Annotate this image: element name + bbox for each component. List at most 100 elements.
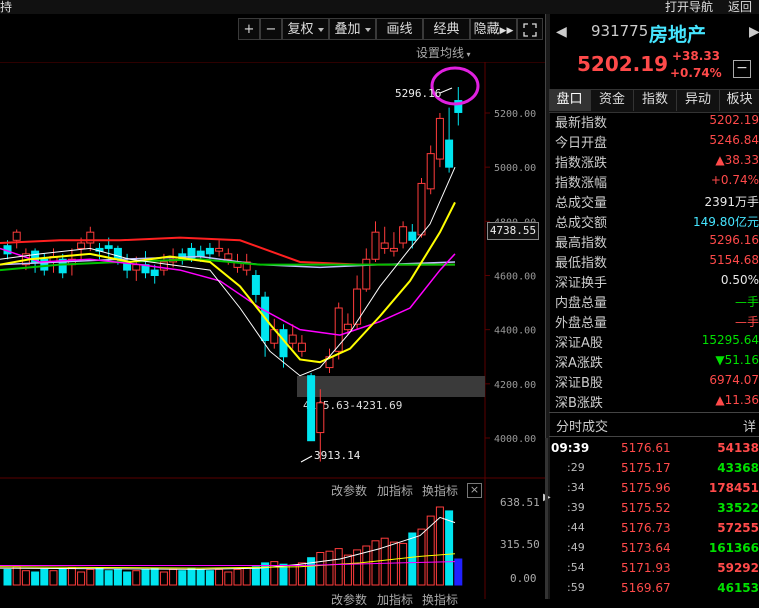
hide-button[interactable]: 隐藏▶▶: [470, 18, 517, 40]
quote-label: 深A涨跌: [555, 356, 603, 371]
low-annotation: 3913.14: [300, 449, 361, 463]
volume-bar: [399, 542, 408, 586]
overlay-button[interactable]: 叠加: [329, 18, 376, 40]
quote-row: 深证A股 15295.64: [555, 331, 759, 351]
candle-body: [132, 264, 141, 271]
quote-value: ▲38.33: [715, 153, 759, 167]
stock-code: 931775: [591, 22, 649, 40]
quote-value: —手: [734, 315, 759, 329]
zoom-in-button[interactable]: +: [238, 18, 260, 40]
prev-stock-icon[interactable]: ◀: [556, 24, 567, 40]
double-chevron-right-icon: ▶▶: [499, 26, 514, 36]
volume-bar: [86, 568, 95, 586]
tick-volume: 57255: [717, 521, 759, 535]
volume-bar: [141, 568, 150, 586]
volume-bar: [288, 565, 297, 586]
gap-zone: 4145.63-4231.69: [297, 376, 485, 412]
high-annotation: 5296.16: [395, 66, 480, 106]
back-link[interactable]: 返回: [728, 0, 752, 15]
next-stock-icon[interactable]: ▶: [749, 24, 759, 40]
tab-pankou[interactable]: 盘口: [549, 89, 591, 111]
change-params-button-2[interactable]: 改参数: [331, 591, 367, 608]
ticks-title: 分时成交: [556, 420, 609, 435]
tab-bankuai[interactable]: 板块: [720, 89, 759, 111]
caret-down-icon: [317, 27, 324, 32]
candle-body: [389, 247, 398, 252]
ticks-scrollbar[interactable]: [545, 438, 548, 599]
candle-body: [86, 231, 95, 244]
expand-icon: [523, 22, 537, 37]
volume-bar: [113, 568, 122, 586]
ma-setting-button[interactable]: 设置均线 ▾: [416, 44, 471, 61]
volume-bar: [205, 570, 214, 586]
quote-label: 总成交额: [555, 216, 608, 231]
tick-volume: 46153: [717, 581, 759, 595]
kline-chart[interactable]: 5200.005000.004800.004600.004400.004200.…: [0, 62, 545, 599]
volume-bar: [123, 571, 132, 586]
candle-body: [215, 247, 224, 252]
tab-yidong[interactable]: 异动: [677, 89, 720, 111]
zoom-out-button[interactable]: −: [260, 18, 282, 40]
add-indicator-button[interactable]: 加指标: [377, 482, 413, 499]
price-axis-label: 4200.00: [494, 380, 536, 391]
classic-button[interactable]: 经典: [423, 18, 470, 40]
quote-row: 指数涨幅 +0.74%: [555, 171, 759, 191]
tick-price: 5175.52: [621, 501, 671, 515]
volume-bar: [215, 568, 224, 586]
volume-bar: [334, 548, 343, 586]
tick-price: 5171.93: [621, 561, 671, 575]
tick-row: :39 5175.52 33522: [551, 499, 759, 519]
change-params-button[interactable]: 改参数: [331, 482, 367, 499]
volume-bar: [307, 557, 316, 586]
minimize-button[interactable]: −: [733, 60, 751, 78]
volume-bar: [67, 567, 76, 586]
tick-time: :59: [567, 581, 585, 594]
fuquan-button[interactable]: 复权: [282, 18, 329, 40]
volume-bar: [169, 568, 178, 586]
close-indicator-button[interactable]: ×: [467, 483, 482, 498]
candle-body: [224, 253, 233, 260]
stock-change-pct: +0.74%: [670, 66, 722, 80]
fullscreen-button[interactable]: [517, 18, 543, 40]
open-nav-link[interactable]: 打开导航: [665, 0, 713, 15]
tab-zhishu[interactable]: 指数: [634, 89, 677, 111]
divider-line: [549, 412, 759, 413]
ma10-line: [0, 201, 456, 364]
volume-bar: [132, 570, 141, 586]
volume-bar: [77, 571, 86, 586]
volume-bar: [454, 558, 463, 586]
draw-line-button[interactable]: 画线: [376, 18, 423, 40]
tab-zijin[interactable]: 资金: [591, 89, 634, 111]
volume-bar: [417, 528, 426, 586]
switch-indicator-button[interactable]: 换指标: [422, 482, 458, 499]
add-indicator-button-2[interactable]: 加指标: [377, 591, 413, 608]
quote-label: 今日开盘: [555, 136, 608, 151]
candle-body: [435, 117, 444, 160]
quote-label: 指数涨跌: [555, 156, 608, 171]
top-bar: 持 打开导航 返回: [0, 0, 759, 14]
switch-indicator-button-2[interactable]: 换指标: [422, 591, 458, 608]
vol-axis-bottom: 0.00: [510, 572, 537, 585]
tick-time: :29: [567, 461, 585, 474]
volume-bar: [178, 570, 187, 586]
quote-label: 指数涨幅: [555, 176, 608, 191]
quote-label: 外盘总量: [555, 316, 608, 331]
quote-row: 外盘总量 —手: [555, 311, 759, 331]
tick-price: 5169.67: [621, 581, 671, 595]
tick-row: :54 5171.93 59292: [551, 559, 759, 579]
quote-value: +0.74%: [710, 173, 759, 187]
volume-bar: [21, 570, 30, 586]
price-axis-label: 5000.00: [494, 163, 536, 174]
candle-body: [297, 342, 306, 352]
ma5-line: [0, 166, 456, 377]
quote-value: ▲11.36: [715, 393, 759, 407]
candle-body: [205, 247, 214, 255]
quote-row: 总成交额 149.80亿元: [555, 211, 759, 231]
tick-time: :34: [567, 481, 585, 494]
ma-setting-label: 设置均线: [416, 46, 465, 60]
ticks-detail-button[interactable]: 详: [743, 416, 756, 435]
candle-body: [445, 139, 454, 168]
low-price-label: 3913.14: [314, 449, 361, 462]
volume-bar: [408, 532, 417, 586]
candle-body: [12, 231, 21, 241]
